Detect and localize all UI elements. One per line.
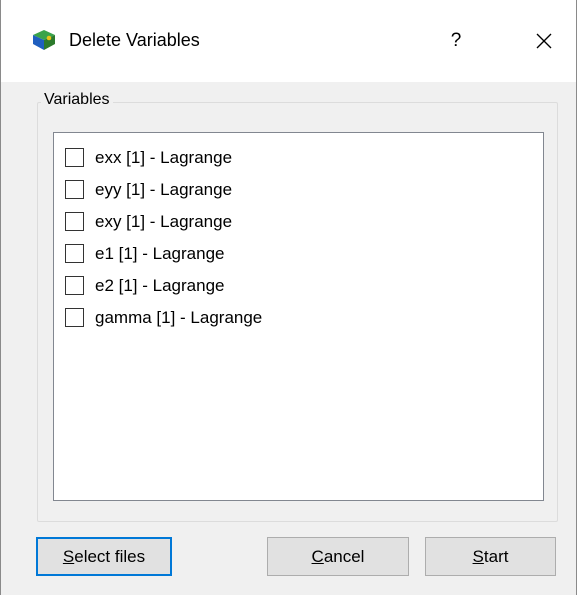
variable-checkbox[interactable] bbox=[65, 276, 84, 295]
variable-label: exx [1] - Lagrange bbox=[95, 147, 233, 167]
list-item[interactable]: e2 [1] - Lagrange bbox=[65, 270, 224, 301]
delete-variables-dialog: Delete Variables ? Variables exx [1] - L… bbox=[0, 0, 577, 595]
list-item[interactable]: eyy [1] - Lagrange bbox=[65, 174, 232, 205]
variable-label: e1 [1] - Lagrange bbox=[95, 243, 225, 263]
variable-label: gamma [1] - Lagrange bbox=[95, 307, 263, 327]
variable-checkbox[interactable] bbox=[65, 212, 84, 231]
app-cube-icon bbox=[33, 30, 55, 50]
variable-checkbox[interactable] bbox=[65, 244, 84, 263]
variables-group-title: Variables bbox=[41, 91, 113, 109]
variables-list[interactable]: exx [1] - Lagrange eyy [1] - Lagrange ex… bbox=[53, 132, 544, 501]
variable-checkbox[interactable] bbox=[65, 308, 84, 327]
select-files-button[interactable]: Select files bbox=[36, 537, 172, 576]
list-item[interactable]: exx [1] - Lagrange bbox=[65, 142, 232, 173]
select-files-label: elect files bbox=[74, 546, 146, 566]
close-button[interactable] bbox=[521, 18, 567, 64]
variable-checkbox[interactable] bbox=[65, 180, 84, 199]
close-icon bbox=[536, 33, 552, 49]
window-title: Delete Variables bbox=[69, 30, 200, 50]
start-mnemonic: S bbox=[472, 546, 484, 566]
variable-label: e2 [1] - Lagrange bbox=[95, 275, 225, 295]
select-files-mnemonic: S bbox=[62, 546, 75, 566]
cancel-label: ancel bbox=[323, 546, 365, 566]
list-item[interactable]: gamma [1] - Lagrange bbox=[65, 302, 262, 333]
cancel-mnemonic: C bbox=[311, 546, 324, 566]
list-item[interactable]: exy [1] - Lagrange bbox=[65, 206, 232, 237]
start-button[interactable]: Start bbox=[425, 537, 556, 576]
variable-label: exy [1] - Lagrange bbox=[95, 211, 233, 231]
variable-label: eyy [1] - Lagrange bbox=[95, 179, 233, 199]
help-button[interactable]: ? bbox=[433, 18, 479, 64]
cancel-button[interactable]: Cancel bbox=[267, 537, 409, 576]
start-label: tart bbox=[483, 546, 509, 566]
title-bar[interactable]: Delete Variables ? bbox=[1, 0, 576, 82]
variable-checkbox[interactable] bbox=[65, 148, 84, 167]
list-item[interactable]: e1 [1] - Lagrange bbox=[65, 238, 224, 269]
